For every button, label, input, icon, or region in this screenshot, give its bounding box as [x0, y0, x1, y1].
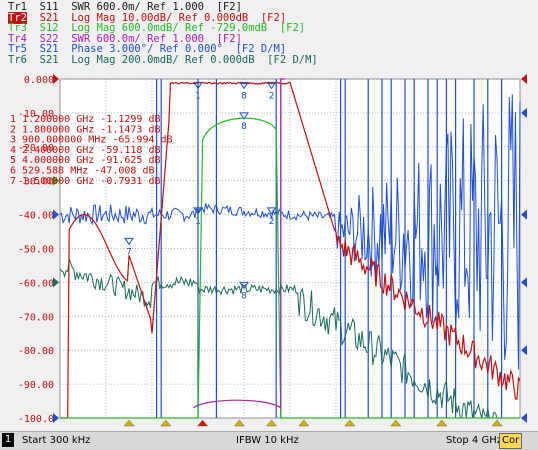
- marker-number-2: 2: [269, 217, 275, 227]
- reference-level-marker[interactable]: [53, 277, 59, 288]
- marker-readout-7[interactable]: 7 1.500000 GHz -0.7931 dB: [10, 176, 161, 187]
- y-tick-label: -100.0: [18, 414, 54, 425]
- marker-number-1: 1: [195, 217, 201, 227]
- y-tick-label: 0.000: [24, 75, 54, 86]
- marker-number-8: 8: [241, 291, 247, 301]
- measurement-plot[interactable]: 0.000-10.00-20.00-30.00-40.00-50.00-60.0…: [0, 0, 538, 431]
- stimulus-marker-arrow[interactable]: [233, 419, 245, 427]
- ifbw-setting[interactable]: IFBW 10 kHz: [236, 435, 299, 446]
- reference-level-marker[interactable]: [521, 277, 527, 288]
- stimulus-marker-arrow[interactable]: [197, 419, 209, 427]
- marker-number-1: 1: [195, 91, 201, 101]
- reference-level-marker[interactable]: [53, 413, 59, 423]
- stop-frequency[interactable]: Stop 4 GHz: [446, 435, 502, 446]
- reference-level-marker[interactable]: [521, 74, 527, 84]
- stimulus-marker-arrow[interactable]: [491, 419, 503, 427]
- stimulus-marker-arrow[interactable]: [298, 419, 310, 427]
- y-tick-label: -80.00: [18, 346, 54, 357]
- y-tick-label: -50.00: [18, 245, 54, 256]
- channel-indicator[interactable]: 1: [2, 433, 14, 447]
- status-bar: 1 Start 300 kHz IFBW 10 kHz Stop 4 GHz C…: [0, 431, 538, 450]
- reference-level-marker[interactable]: [521, 413, 527, 423]
- marker-number-7: 7: [126, 247, 132, 257]
- reference-level-marker[interactable]: [53, 209, 59, 220]
- marker-number-8: 8: [241, 122, 247, 132]
- vna-screen: Tr1 S11 SWR 600.0m/ Ref 1.000 [F2] Tr2 S2…: [0, 0, 538, 450]
- stimulus-marker-arrow[interactable]: [436, 419, 448, 427]
- stimulus-marker-arrow[interactable]: [266, 419, 278, 427]
- stimulus-marker-arrow[interactable]: [160, 419, 172, 427]
- marker-number-2: 2: [269, 91, 275, 101]
- start-frequency[interactable]: Start 300 kHz: [22, 435, 90, 446]
- reference-level-marker[interactable]: [521, 107, 527, 118]
- marker-number-8: 8: [241, 91, 247, 101]
- y-tick-label: -60.00: [18, 278, 54, 289]
- reference-level-marker[interactable]: [53, 74, 59, 84]
- stimulus-marker-arrow[interactable]: [390, 419, 402, 427]
- y-tick-label: -70.00: [18, 312, 54, 323]
- stimulus-marker-arrow[interactable]: [344, 419, 356, 427]
- stimulus-marker-arrow[interactable]: [123, 419, 135, 427]
- reference-level-marker[interactable]: [521, 209, 527, 220]
- reference-level-marker[interactable]: [521, 345, 527, 356]
- y-tick-label: -40.00: [18, 211, 54, 222]
- correction-status[interactable]: Cor: [499, 433, 523, 449]
- y-tick-label: -90.00: [18, 380, 54, 391]
